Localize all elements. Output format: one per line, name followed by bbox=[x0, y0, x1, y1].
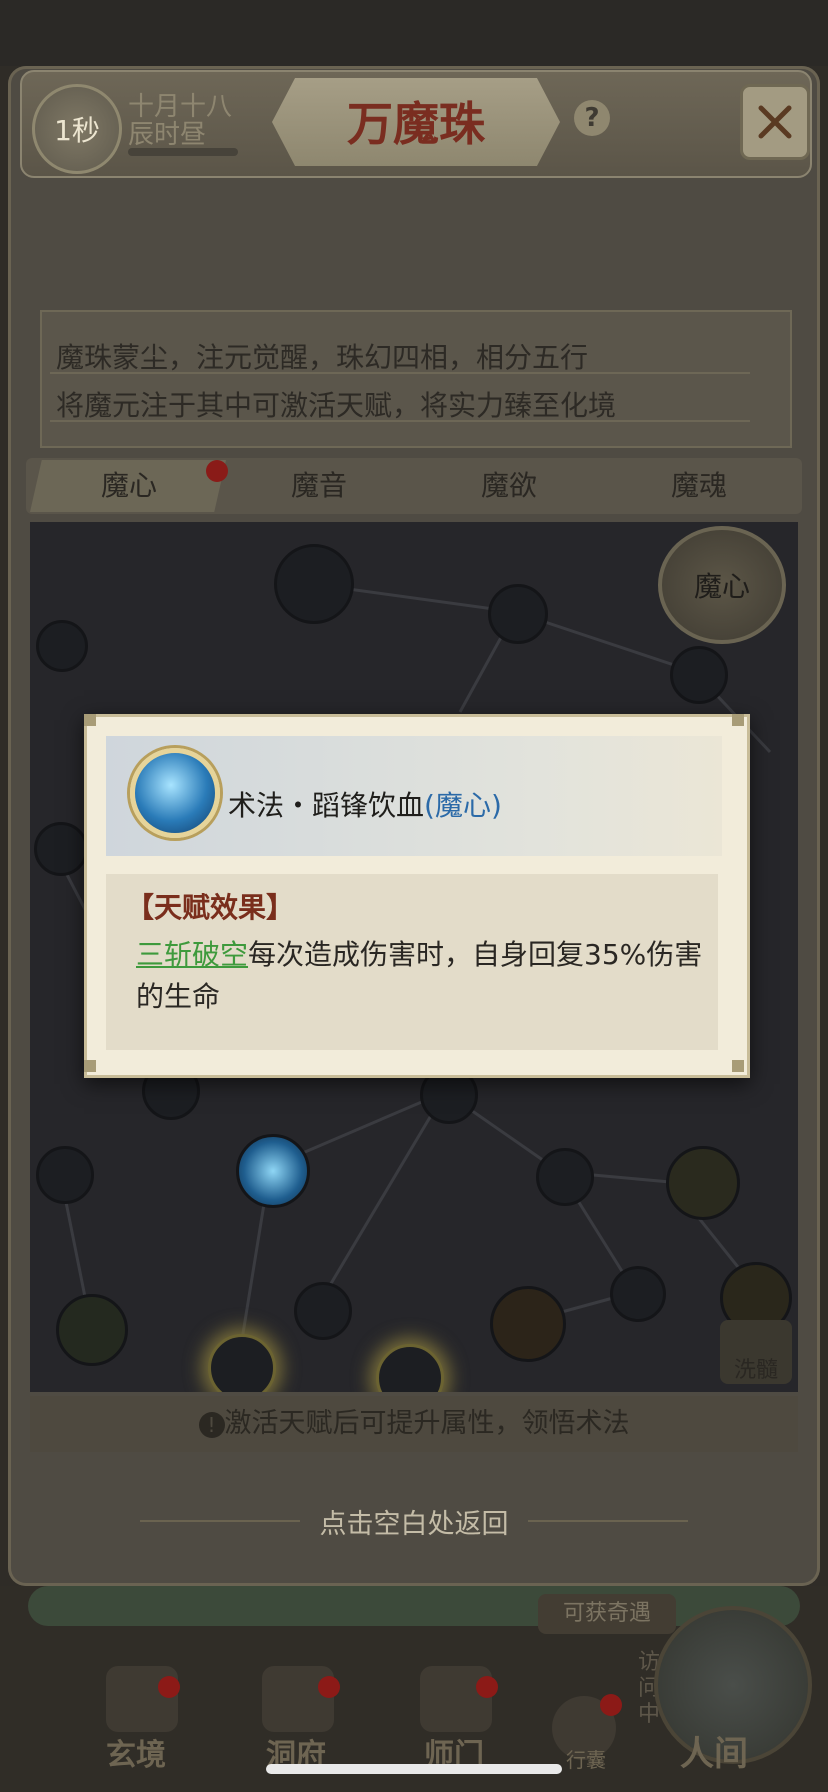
talent-node[interactable] bbox=[490, 1286, 566, 1362]
talent-node[interactable] bbox=[34, 822, 88, 876]
talent-node[interactable] bbox=[294, 1282, 352, 1340]
talent-node[interactable] bbox=[610, 1266, 666, 1322]
notification-dot bbox=[600, 1694, 622, 1716]
talent-node[interactable] bbox=[666, 1146, 740, 1220]
home-indicator[interactable] bbox=[266, 1764, 562, 1774]
timer-badge: 1秒 bbox=[32, 84, 122, 174]
time-period-text: 辰时昼 bbox=[128, 120, 207, 150]
status-bar bbox=[0, 0, 828, 66]
skill-title: 术法・蹈锋饮血(魔心) bbox=[228, 784, 502, 824]
tab-moyin[interactable]: 魔音 bbox=[224, 458, 414, 514]
nav-item-xingnang[interactable]: 行囊 bbox=[566, 1744, 606, 1773]
talent-node[interactable] bbox=[536, 1148, 594, 1206]
talent-node[interactable] bbox=[36, 1146, 94, 1204]
close-button[interactable] bbox=[740, 84, 810, 160]
skill-school: (魔心) bbox=[424, 789, 502, 822]
tip-text: 激活天赋后可提升属性，领悟术法 bbox=[224, 1408, 630, 1439]
tip-bar: ! 激活天赋后可提升属性，领悟术法 bbox=[30, 1396, 798, 1452]
return-hint[interactable]: 点击空白处返回 bbox=[0, 1502, 828, 1541]
talent-node[interactable] bbox=[36, 620, 88, 672]
moxin-badge: 魔心 bbox=[658, 526, 786, 644]
warning-icon: ! bbox=[198, 1411, 225, 1438]
shimen-icon[interactable] bbox=[420, 1666, 492, 1732]
corner-ornament bbox=[732, 714, 744, 726]
talent-node-active[interactable] bbox=[236, 1134, 310, 1208]
encounter-badge[interactable]: 可获奇遇 bbox=[538, 1594, 676, 1634]
description-line: 将魔元注于其中可激活天赋，将实力臻至化境 bbox=[56, 389, 617, 422]
notification-dot bbox=[476, 1676, 498, 1698]
nav-item-renjian[interactable]: 人间 bbox=[680, 1726, 748, 1775]
notification-dot bbox=[158, 1676, 180, 1698]
corner-ornament bbox=[84, 714, 96, 726]
tab-moxin[interactable]: 魔心 bbox=[34, 458, 224, 514]
skill-name: 术法・蹈锋饮血 bbox=[228, 789, 425, 822]
help-icon[interactable]: ? bbox=[574, 100, 610, 136]
talent-node[interactable] bbox=[670, 646, 728, 704]
corner-ornament bbox=[84, 1060, 96, 1072]
notification-dot bbox=[318, 1676, 340, 1698]
description-box bbox=[40, 310, 792, 448]
talent-node[interactable] bbox=[488, 584, 548, 644]
close-icon bbox=[758, 105, 792, 139]
nav-top-strip bbox=[28, 1586, 800, 1626]
effect-title: 【天赋效果】 bbox=[126, 891, 295, 924]
talent-node[interactable] bbox=[274, 544, 354, 624]
tab-mohun[interactable]: 魔魂 bbox=[604, 458, 794, 514]
description-line: 魔珠蒙尘，注元觉醒，珠幻四相，相分五行 bbox=[56, 341, 589, 374]
dongfu-icon[interactable] bbox=[262, 1666, 334, 1732]
nav-item-xuanjing[interactable]: 玄境 bbox=[106, 1730, 166, 1774]
skill-icon bbox=[130, 748, 220, 838]
tab-moyu[interactable]: 魔欲 bbox=[414, 458, 604, 514]
talent-node[interactable] bbox=[56, 1294, 128, 1366]
effect-description: 三斩破空每次造成伤害时，自身回复35%伤害的生命 bbox=[136, 934, 706, 1018]
page-title: 万魔珠 bbox=[347, 97, 485, 151]
skill-link[interactable]: 三斩破空 bbox=[136, 938, 248, 971]
divider bbox=[50, 372, 750, 374]
corner-ornament bbox=[732, 1060, 744, 1072]
wash-marrow-button[interactable]: 洗髓 bbox=[720, 1320, 792, 1384]
divider bbox=[50, 420, 750, 422]
time-progress-bar bbox=[128, 148, 238, 156]
